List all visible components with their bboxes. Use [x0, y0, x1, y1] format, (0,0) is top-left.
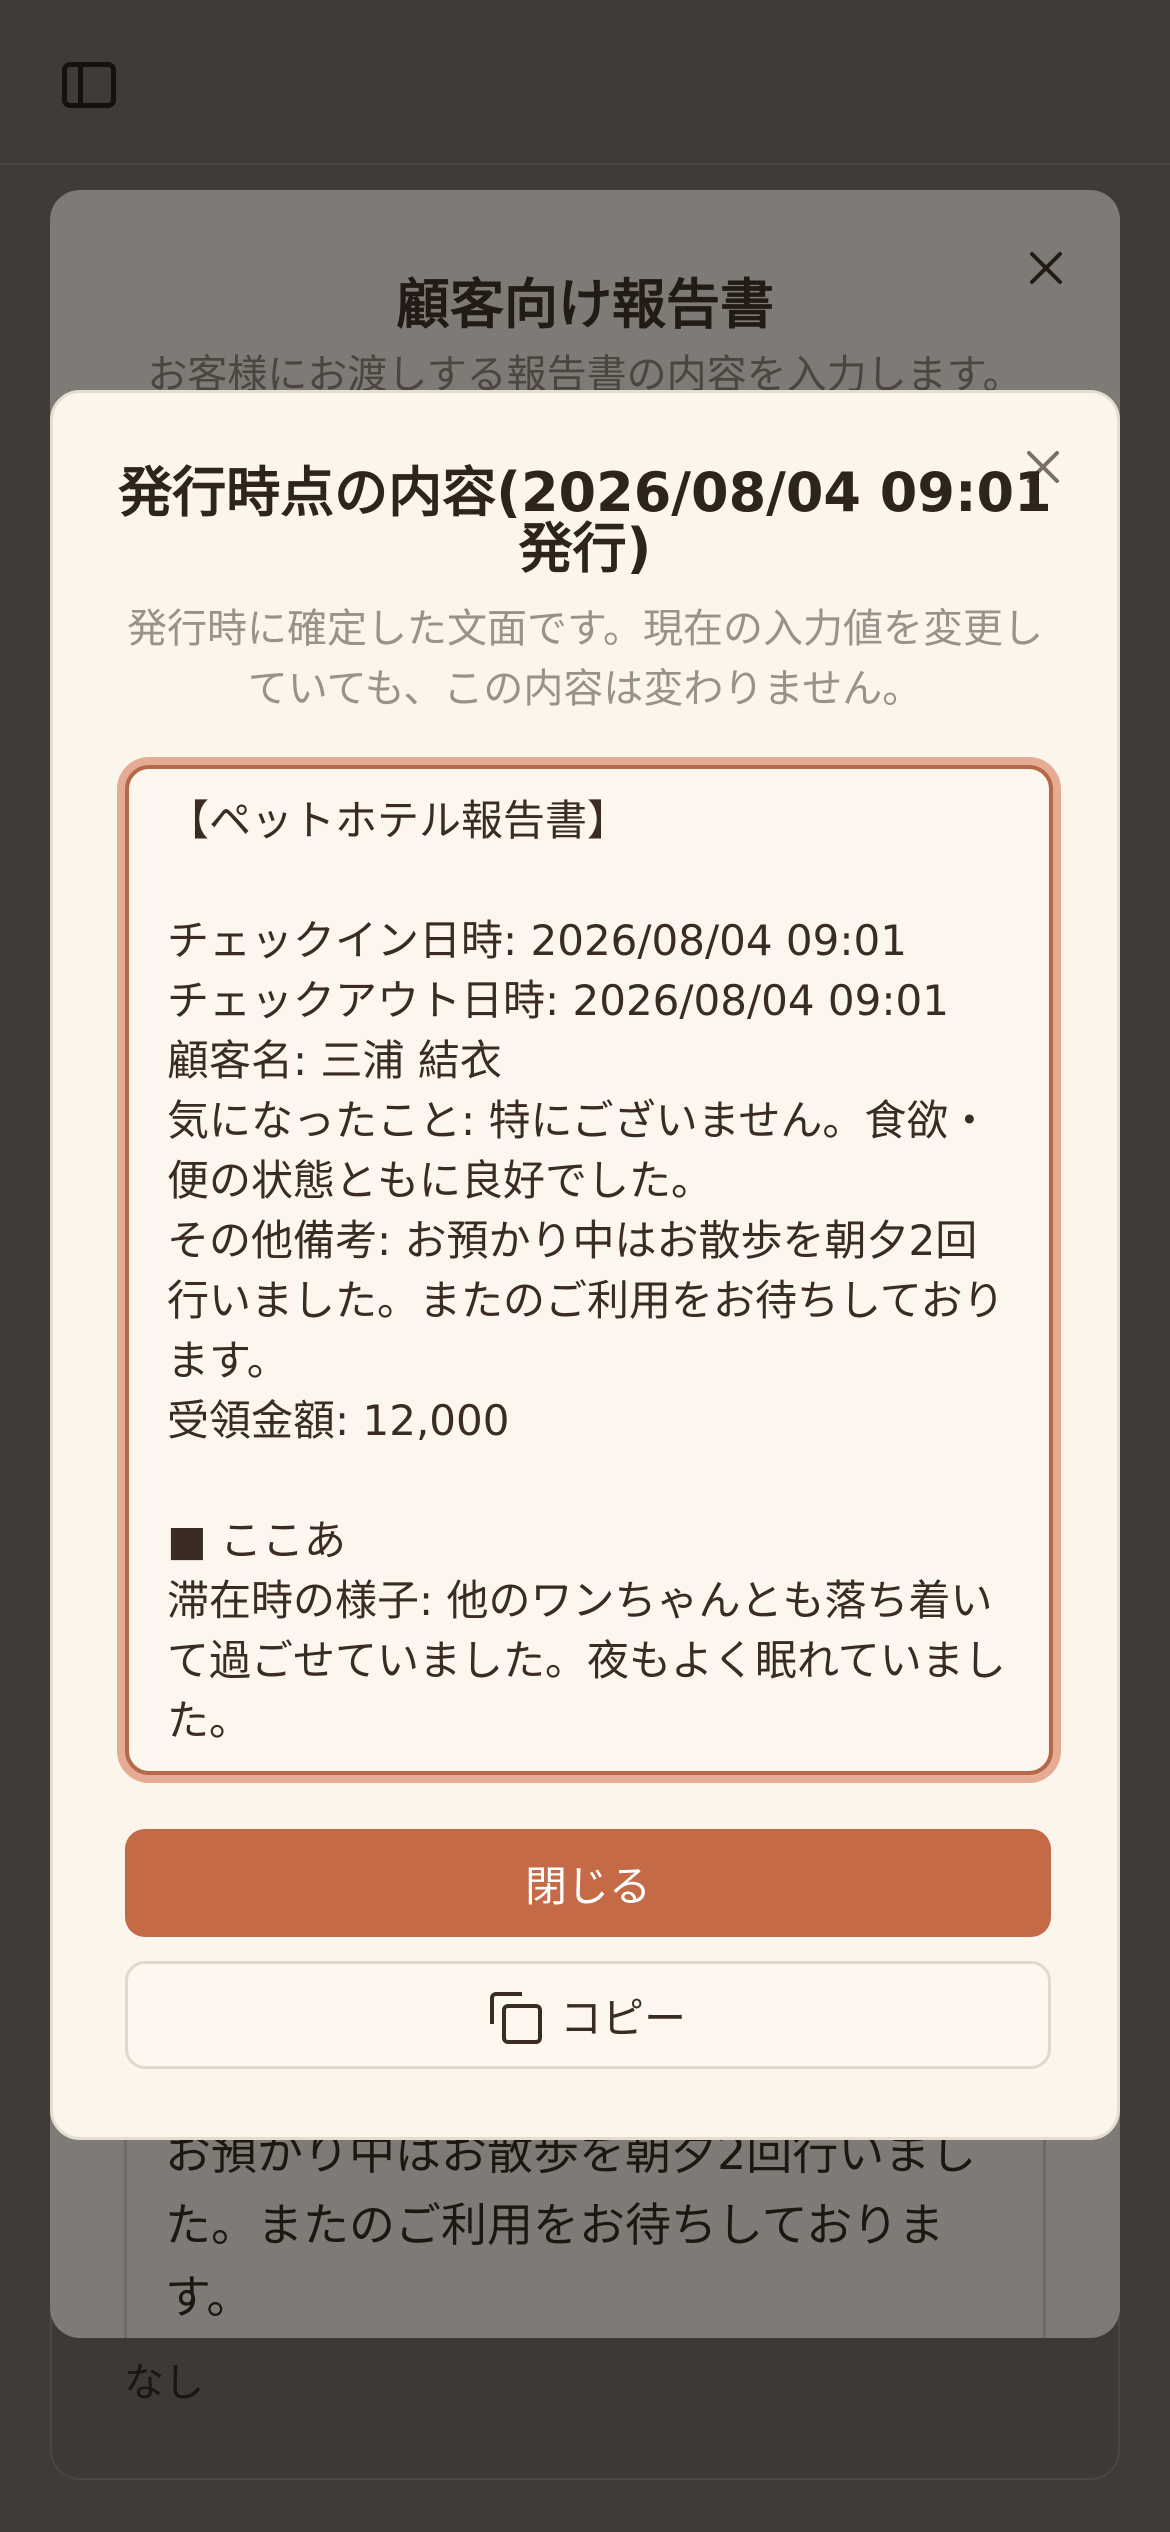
- top-bar: [0, 0, 1170, 165]
- close-button-label: 閉じる: [524, 1861, 651, 1911]
- issued-modal-subtitle: 発行時に確定した文面です。現在の入力値を変更していても、この内容は変わりません。: [127, 606, 1043, 712]
- sidebar-toggle-icon[interactable]: [62, 62, 116, 108]
- close-icon[interactable]: [1024, 246, 1068, 290]
- issued-report-box[interactable]: 【ペットホテル報告書】 チェックイン日時: 2026/08/04 09:01 チ…: [125, 765, 1053, 1775]
- close-button[interactable]: 閉じる: [125, 1829, 1051, 1937]
- report-modal-title: 顧客向け報告書: [396, 273, 774, 336]
- copy-button-label: コピー: [559, 1993, 686, 2043]
- background-field-value: なし: [124, 2360, 204, 2406]
- issued-modal-title: 発行時点の内容(2026/08/04 09:01 発行): [118, 461, 1052, 580]
- copy-icon: [489, 1992, 542, 2044]
- copy-button[interactable]: コピー: [125, 1961, 1051, 2069]
- issued-report-text: 【ペットホテル報告書】 チェックイン日時: 2026/08/04 09:01 チ…: [167, 796, 1006, 1745]
- issued-content-modal: 発行時点の内容(2026/08/04 09:01 発行) 発行時に確定した文面で…: [50, 390, 1120, 2140]
